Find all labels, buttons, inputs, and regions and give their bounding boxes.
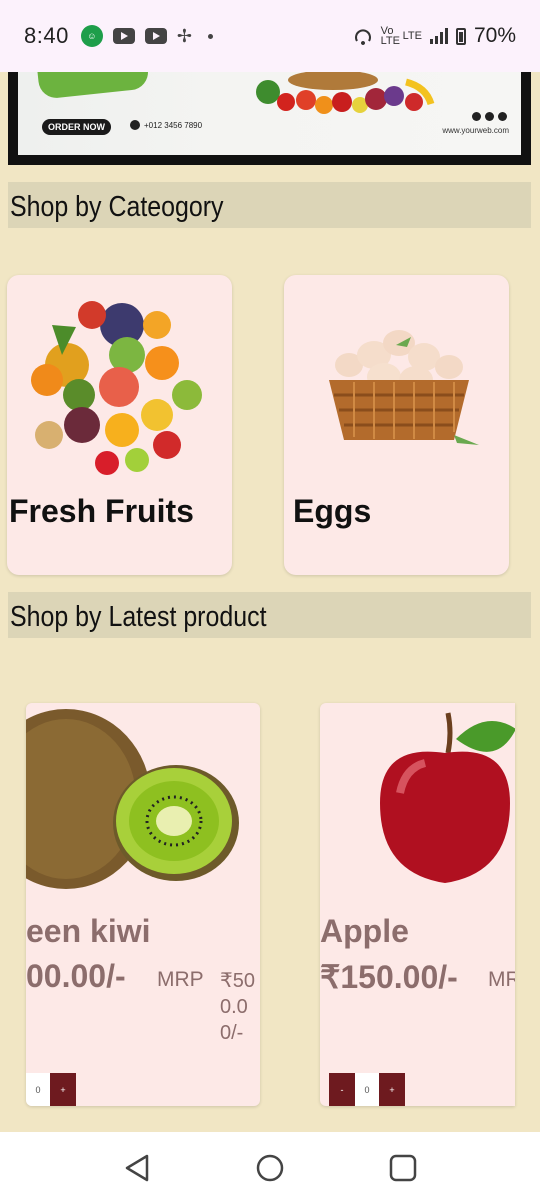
banner-phone-number: +012 3456 7890: [144, 120, 203, 130]
dot-icon: [207, 33, 213, 39]
quantity-value: 0: [26, 1073, 50, 1106]
vegetable-basket-image: [256, 72, 435, 114]
pinwheel-icon: ✢: [176, 25, 192, 46]
battery-icon: [455, 27, 466, 45]
latest-section-title: Shop by Latest product: [8, 592, 531, 638]
eggs-basket-image: [329, 330, 479, 445]
categories-title-text: Shop by Cateogory: [10, 191, 224, 223]
decrement-button[interactable]: -: [329, 1073, 355, 1106]
product-price-kiwi: 00.00/-: [26, 958, 126, 994]
product-name-kiwi: een kiwi: [26, 913, 151, 949]
signal-icon: [429, 28, 448, 44]
home-icon: [256, 1154, 284, 1182]
product-card-apple[interactable]: Apple ₹150.00/- MRP - 0 +: [320, 703, 515, 1106]
youtube-icon: [144, 28, 167, 44]
product-mrp-label-apple: MRP: [488, 968, 515, 991]
category-card-eggs[interactable]: Eggs: [284, 275, 509, 575]
back-icon: [125, 1154, 148, 1182]
kiwi-image: [26, 709, 239, 889]
product-card-kiwi[interactable]: een kiwi 00.00/- MRP ₹500.00/- - 0 +: [26, 703, 260, 1106]
apple-image: [380, 712, 515, 883]
fresh-fruits-image: [27, 295, 207, 475]
instagram-icon: [498, 112, 507, 121]
product-mrp-value-kiwi: ₹500.00/-: [220, 970, 255, 1042]
category-label-fresh-fruits: Fresh Fruits: [9, 493, 194, 529]
quantity-value: 0: [355, 1073, 379, 1106]
recents-icon: [390, 1154, 417, 1182]
status-bar: 8:40 ☺ ✢ Vo LTE LTE 70%: [0, 0, 540, 72]
category-card-fresh-fruits[interactable]: Fresh Fruits: [7, 275, 232, 575]
battery-percent: 70%: [473, 24, 516, 47]
phone-icon: [130, 120, 140, 130]
lte-label: LTE: [402, 30, 422, 42]
increment-button[interactable]: +: [379, 1073, 405, 1106]
hotspot-icon: [354, 29, 371, 45]
product-price-apple: ₹150.00/-: [320, 959, 458, 995]
system-navigation-bar: [0, 1132, 540, 1204]
banner-phone: +012 3456 7890: [130, 120, 202, 130]
recents-button[interactable]: [383, 1148, 423, 1188]
quantity-stepper-kiwi: - 0 +: [26, 1073, 76, 1106]
social-icons: [472, 112, 507, 121]
system-icons: Vo LTE LTE 70%: [353, 24, 516, 48]
facebook-icon: [472, 112, 481, 121]
increment-button[interactable]: +: [50, 1073, 76, 1106]
status-time: 8:40: [24, 23, 69, 48]
banner-website: www.yourweb.com: [442, 126, 509, 135]
app-notification-icon: ☺: [80, 25, 103, 47]
promo-banner[interactable]: ORDER NOW +012 3456 7890 www.yourweb.com: [8, 72, 531, 165]
volte-label: Vo LTE: [380, 25, 400, 47]
product-mrp-label-kiwi: MRP: [157, 968, 204, 991]
order-now-button[interactable]: ORDER NOW: [42, 119, 111, 135]
product-name-apple: Apple: [320, 913, 409, 949]
banner-green-shape: [36, 72, 150, 100]
quantity-stepper-apple: - 0 +: [329, 1073, 405, 1106]
category-label-eggs: Eggs: [293, 493, 372, 529]
youtube-icon: [112, 28, 135, 44]
categories-section-title: Shop by Cateogory: [8, 182, 531, 228]
banner-image: ORDER NOW +012 3456 7890 www.yourweb.com: [18, 72, 521, 155]
latest-title-text: Shop by Latest product: [10, 601, 267, 633]
home-button[interactable]: [250, 1148, 290, 1188]
twitter-icon: [485, 112, 494, 121]
notification-icons: ☺ ✢: [80, 25, 213, 47]
back-button[interactable]: [117, 1148, 157, 1188]
